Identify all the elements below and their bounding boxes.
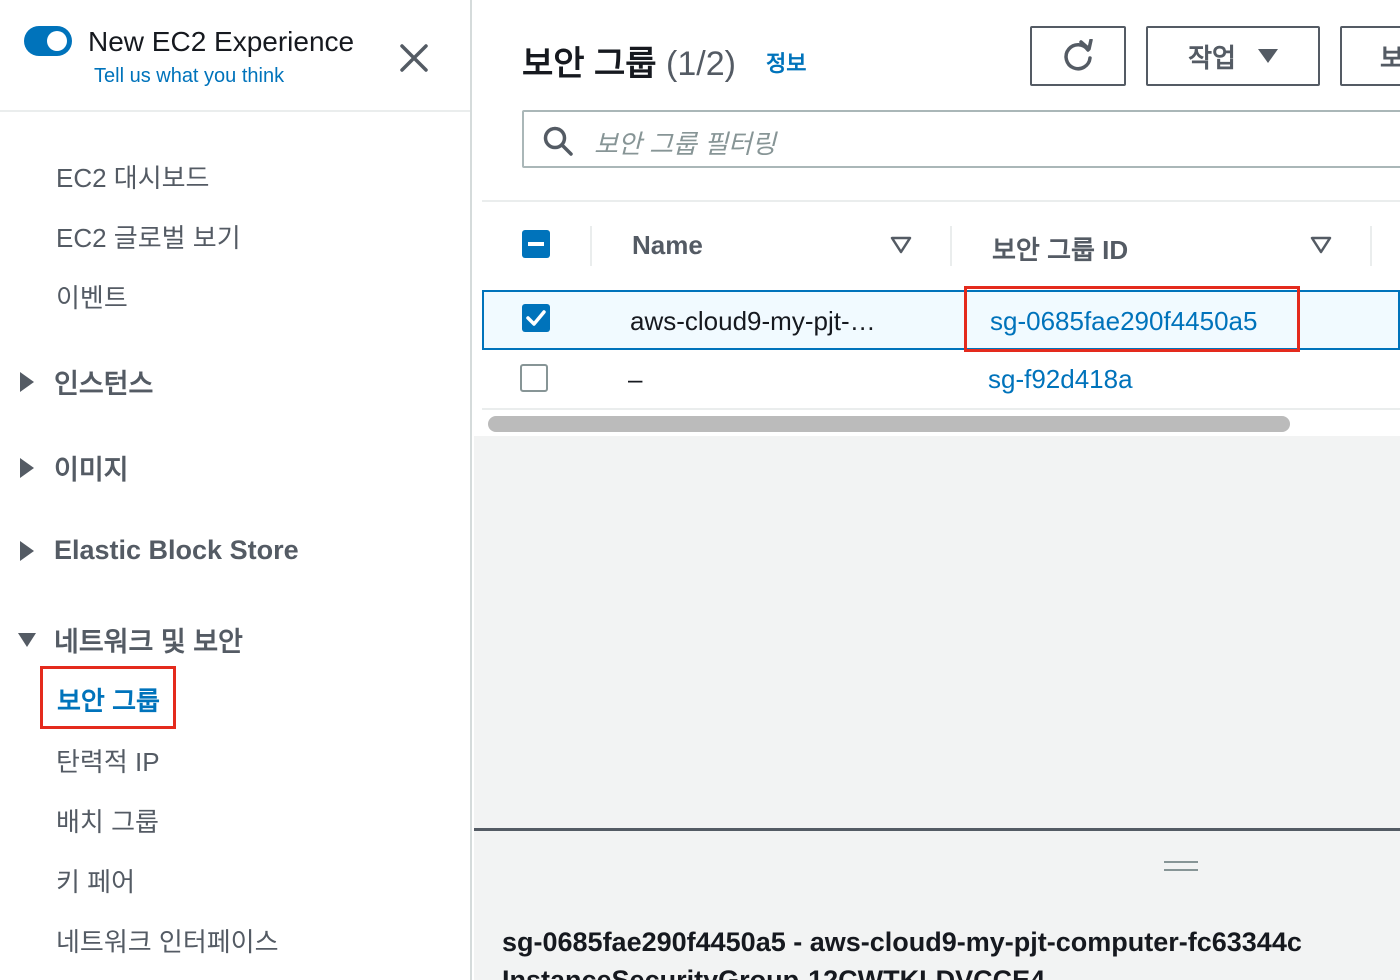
caret-right-icon (20, 457, 34, 478)
table-empty-space (474, 436, 1400, 830)
refresh-button[interactable] (1030, 26, 1126, 86)
column-header-security-group-id[interactable]: 보안 그룹 ID (992, 230, 1128, 267)
cell-security-group-id-link[interactable]: sg-f92d418a (988, 364, 1133, 395)
nav-events[interactable]: 이벤트 (56, 278, 128, 315)
nav-security-groups-label: 보안 그룹 (57, 686, 160, 716)
search-icon (543, 126, 573, 156)
actions-dropdown[interactable]: 작업 (1146, 26, 1320, 86)
security-group-filter[interactable]: 보안 그룹 필터링 (522, 110, 1400, 168)
new-experience-toggle[interactable] (24, 26, 72, 56)
nav-section-label: 이미지 (54, 455, 129, 485)
sort-icon[interactable] (1310, 236, 1332, 254)
nav-key-pairs[interactable]: 키 페어 (56, 862, 135, 899)
column-divider[interactable] (590, 226, 592, 266)
column-divider[interactable] (950, 226, 952, 266)
nav-security-groups[interactable]: 보안 그룹 (40, 666, 176, 729)
experience-header: New EC2 Experience Tell us what you thin… (0, 0, 470, 112)
nav-section-network-security[interactable]: 네트워크 및 보안 (18, 620, 243, 659)
more-label: 보 (1380, 42, 1400, 73)
nav-section-ebs[interactable]: Elastic Block Store (18, 535, 299, 566)
more-button[interactable]: 보 (1340, 26, 1400, 86)
row-checkbox-checked[interactable] (522, 304, 550, 332)
highlight-annotation-box (964, 286, 1300, 352)
page-title-text: 보안 그룹 (522, 45, 657, 83)
nav-ec2-global-view[interactable]: EC2 글로벌 보기 (56, 218, 241, 255)
table-header-panel: 보안 그룹 (1/2) 정보 작업 보 보안 그룹 필터링 (474, 0, 1400, 200)
nav-section-label: 인스턴스 (54, 369, 154, 399)
selection-count: (1/2) (666, 45, 736, 83)
cell-name: – (628, 364, 643, 394)
nav-placement-groups[interactable]: 배치 그룹 (56, 802, 159, 839)
caret-right-icon (20, 371, 34, 392)
checkmark-icon (526, 310, 546, 326)
resize-handle-icon[interactable] (1164, 861, 1198, 873)
sidebar: New EC2 Experience Tell us what you thin… (0, 0, 472, 980)
nav-section-label: Elastic Block Store (54, 535, 299, 565)
column-divider[interactable] (1370, 226, 1372, 266)
toggle-knob (47, 31, 67, 51)
caret-down-icon (18, 632, 36, 647)
cell-name: aws-cloud9-my-pjt-… (630, 306, 876, 336)
caret-right-icon (20, 540, 34, 561)
nav-section-images[interactable]: 이미지 (18, 448, 129, 487)
nav-section-instances[interactable]: 인스턴스 (18, 362, 153, 401)
info-link[interactable]: 정보 (766, 46, 806, 78)
details-title: sg-0685fae290f4450a5 - aws-cloud9-my-pjt… (502, 927, 1302, 957)
actions-label: 작업 (1188, 42, 1236, 73)
nav-elastic-ip[interactable]: 탄력적 IP (56, 742, 160, 779)
refresh-icon (1064, 39, 1093, 71)
nav-ec2-dashboard[interactable]: EC2 대시보드 (56, 158, 209, 195)
details-panel: sg-0685fae290f4450a5 - aws-cloud9-my-pjt… (474, 831, 1400, 980)
details-subtitle: InstanceSecurityGroup-12CWTKLDVCCE4 (502, 965, 1046, 980)
table-row[interactable]: – sg-f92d418a (482, 350, 1400, 410)
filter-placeholder: 보안 그룹 필터링 (594, 129, 776, 159)
feedback-link[interactable]: Tell us what you think (94, 65, 284, 88)
experience-title: New EC2 Experience (88, 26, 355, 57)
select-all-checkbox[interactable] (522, 230, 550, 258)
main-content: 보안 그룹 (1/2) 정보 작업 보 보안 그룹 필터링 Name 보안 그룹… (474, 0, 1400, 980)
nav-network-interfaces[interactable]: 네트워크 인터페이스 (56, 922, 279, 959)
caret-down-icon (1257, 49, 1278, 63)
row-checkbox[interactable] (520, 364, 548, 392)
table-header: Name 보안 그룹 ID (482, 202, 1400, 288)
column-header-name[interactable]: Name (632, 230, 703, 261)
security-groups-table: Name 보안 그룹 ID aws-cloud9-my-pjt-… sg-068… (482, 200, 1400, 438)
page-title: 보안 그룹 (1/2) (522, 36, 736, 85)
sort-icon[interactable] (890, 236, 912, 254)
horizontal-scrollbar[interactable] (488, 416, 1290, 432)
close-icon[interactable] (396, 40, 432, 76)
nav-section-label: 네트워크 및 보안 (54, 627, 243, 657)
